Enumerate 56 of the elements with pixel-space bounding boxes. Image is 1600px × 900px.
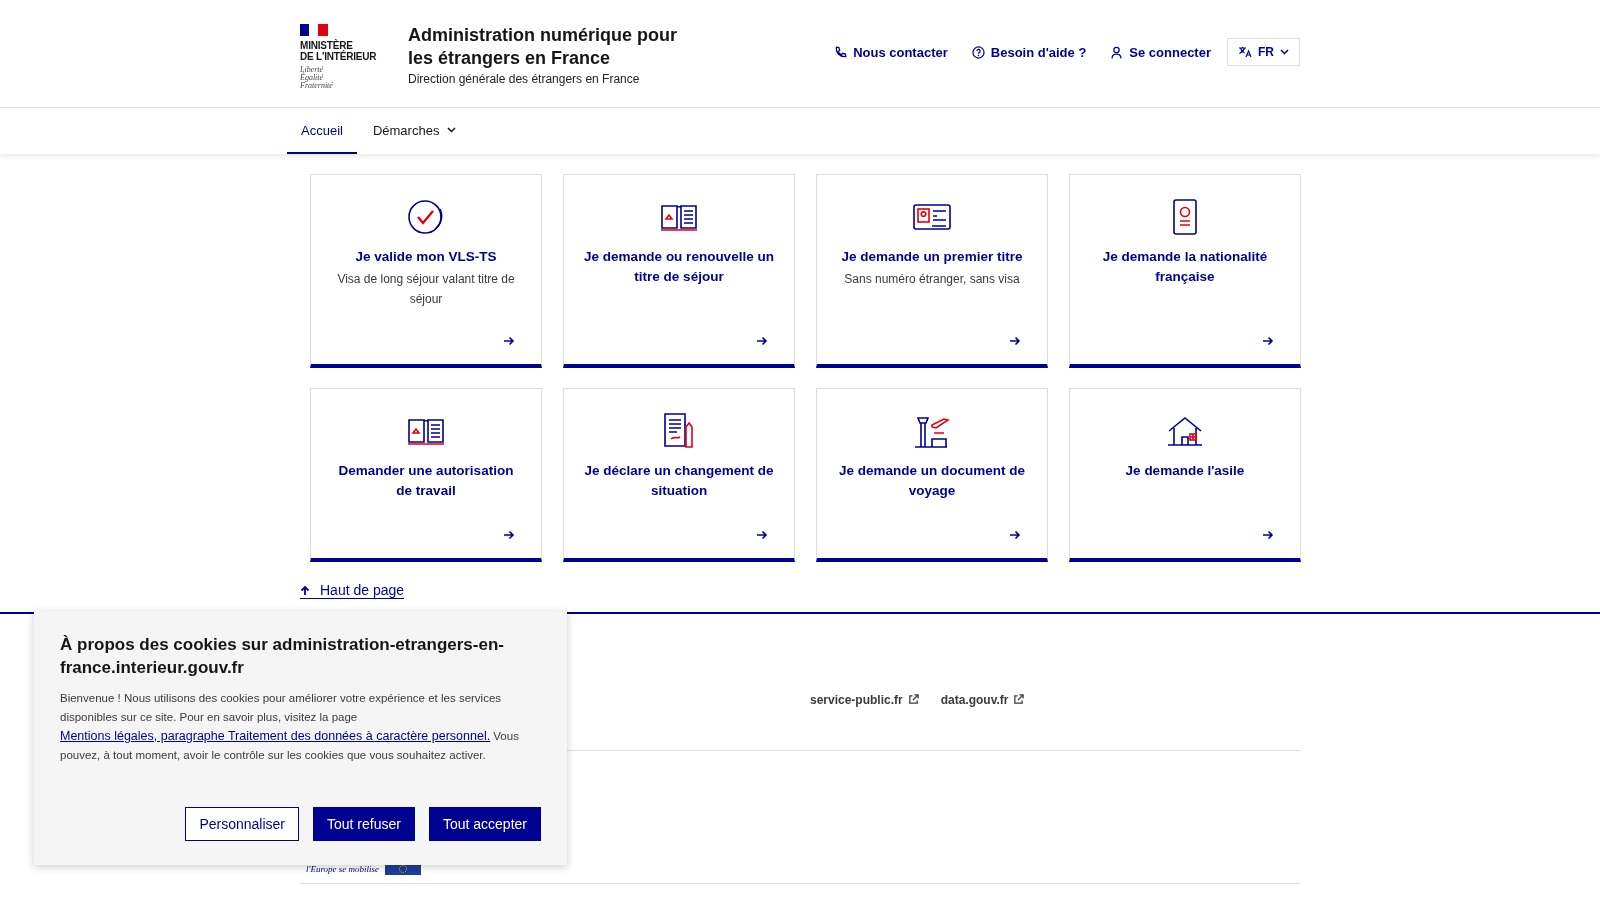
card-title: Je demande un document de voyage	[837, 462, 1026, 500]
arrow-right-icon	[503, 530, 515, 540]
service-card[interactable]: Demander une autorisation de travail	[310, 388, 542, 562]
service-card[interactable]: Je demande ou renouvelle un titre de séjour	[563, 174, 795, 368]
arrow-right-icon	[1009, 336, 1021, 346]
header-link[interactable]: Nous contacter	[834, 44, 948, 60]
cookie-button[interactable]: Personnaliser	[185, 807, 299, 841]
service-card[interactable]: Je demande l'asile	[1069, 388, 1301, 562]
arrow-right-icon	[1262, 336, 1274, 346]
arrow-up-icon	[300, 584, 310, 596]
card-title: Je valide mon VLS-TS	[355, 248, 497, 266]
legal-notice-link[interactable]: Mentions légales, paragraphe Traitement des données à caractère personnel.	[60, 729, 491, 743]
cookie-title: À propos des cookies sur administration-etrangers-en-france.interieur.gouv.fr	[60, 634, 505, 679]
card-title: Je demande ou renouvelle un titre de séjour	[584, 248, 774, 286]
footer-link[interactable]: data.gouv.fr	[940, 689, 1025, 710]
card-title: Demander une autorisation de travail	[337, 462, 515, 500]
cookie-button[interactable]: Tout accepter	[428, 807, 541, 841]
card-description: Visa de long séjour valant titre de séjour	[336, 271, 516, 308]
card-title: Je demande l'asile	[1125, 462, 1245, 480]
arrow-right-icon	[1262, 530, 1274, 540]
card-title: Je déclare un changement de situation	[584, 462, 774, 500]
ministry-logo[interactable]: MINISTÈRE DE L'INTÉRIEUR Liberté Égalité Fraternité	[300, 24, 386, 90]
nav-tab[interactable]: Démarches	[358, 108, 471, 154]
card-title: Je demande un premier titre	[841, 248, 1023, 266]
back-to-top-link[interactable]: Haut de page	[300, 582, 405, 599]
footer-link[interactable]: service-public.fr	[810, 689, 919, 710]
arrow-right-icon	[503, 336, 515, 346]
arrow-right-icon	[756, 530, 768, 540]
user-icon	[1110, 45, 1124, 59]
motto-text: Liberté Égalité Fraternité	[300, 66, 334, 90]
external-link-icon	[1013, 694, 1025, 705]
header-link[interactable]: Se connecter	[1110, 44, 1211, 60]
nav-tab[interactable]: Accueil	[287, 108, 357, 154]
external-link-icon	[907, 694, 919, 705]
site-subtitle: Direction générale des étrangers en France	[408, 72, 641, 86]
flag-icon	[300, 24, 328, 36]
translate-icon	[1238, 46, 1252, 58]
service-card[interactable]: Je demande la nationalité française	[1069, 174, 1301, 368]
phone-icon	[834, 45, 848, 59]
service-card[interactable]: Je demande un premier titre Sans numéro étranger, sans visa	[816, 174, 1048, 368]
arrow-right-icon	[1009, 530, 1021, 540]
language-selector[interactable]: FR	[1227, 38, 1300, 66]
card-title: Je demande la nationalité française	[1101, 248, 1269, 286]
help-icon	[971, 45, 985, 59]
cookie-button[interactable]: Tout refuser	[313, 807, 415, 841]
cookie-text: Bienvenue ! Nous utilisons des cookies pour améliorer votre expérience et les services disponibles sur ce site. Pour en savoir plus, visitez la page Mentions légales, paragraphe Traitement des données à caractère personnel. Vous pouvez, à tout moment, avoir le contrôle sur les cookies que vous souhaitez activer.	[60, 691, 520, 763]
card-description: Sans numéro étranger, sans visa	[844, 271, 1020, 288]
service-card[interactable]: Je demande un document de voyage	[816, 388, 1048, 562]
service-card[interactable]: Je déclare un changement de situation	[563, 388, 795, 562]
eu-slogan: l'Europe se mobilise	[306, 863, 380, 874]
header-link[interactable]: Besoin d'aide ?	[971, 44, 1087, 60]
arrow-right-icon	[756, 336, 768, 346]
site-title[interactable]: Administration numérique pour les étrangers en France	[408, 24, 688, 70]
ministry-name: MINISTÈRE DE L'INTÉRIEUR	[300, 40, 378, 62]
chevron-icon	[1280, 49, 1289, 55]
service-card[interactable]: Je valide mon VLS-TS Visa de long séjour valant titre de séjour	[310, 174, 542, 368]
